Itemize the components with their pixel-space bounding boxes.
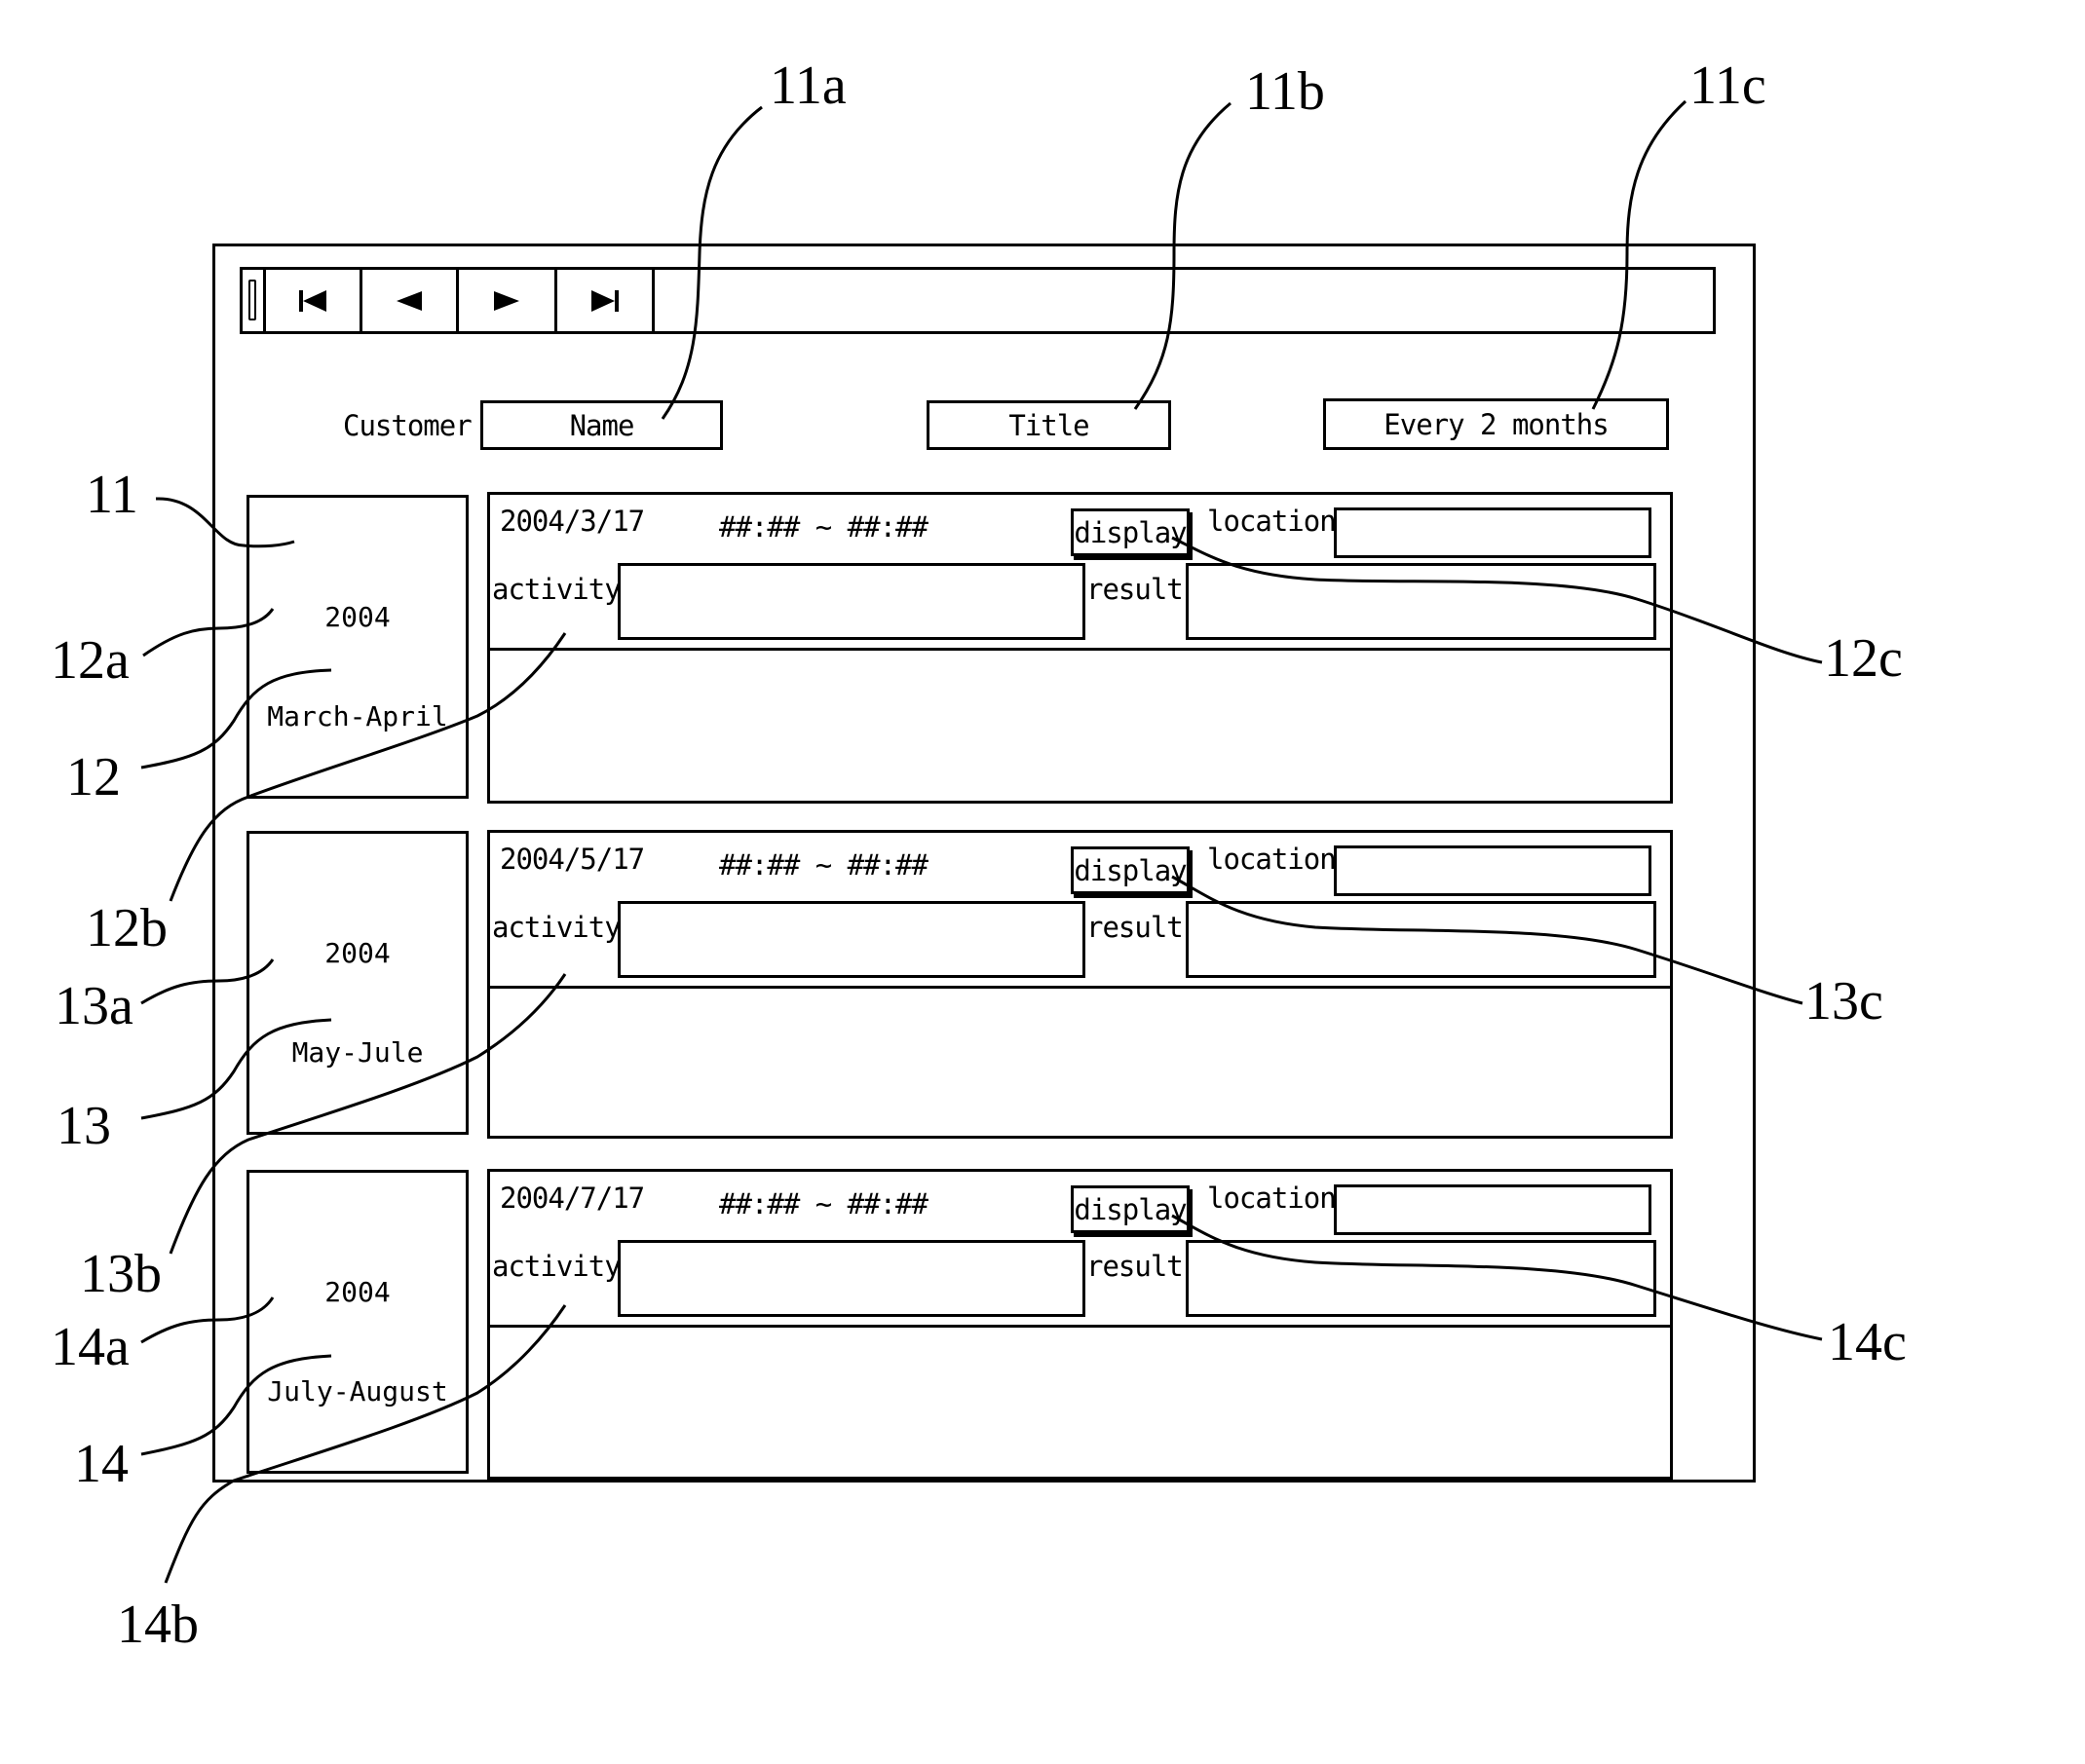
location-input[interactable] — [1334, 1184, 1651, 1235]
reference-label-11: 11 — [86, 465, 138, 525]
panel-divider — [490, 1325, 1670, 1328]
reference-label-11c: 11c — [1689, 56, 1766, 116]
period-cell[interactable]: 2004 May-Jule — [246, 831, 469, 1135]
record-date: 2004/5/17 — [500, 843, 645, 876]
activity-label: activity — [492, 573, 622, 606]
customer-title-field[interactable]: Title — [927, 400, 1171, 450]
location-label: location — [1207, 843, 1337, 876]
skip-to-first-icon — [299, 289, 326, 312]
next-record-button[interactable] — [459, 270, 557, 331]
display-button[interactable]: display — [1071, 1185, 1190, 1233]
previous-icon — [397, 290, 422, 311]
first-record-button[interactable] — [266, 270, 362, 331]
reference-label-12a: 12a — [51, 630, 130, 691]
result-label: result — [1086, 573, 1184, 606]
activity-label: activity — [492, 911, 622, 944]
time-range: ##:## ~ ##:## — [719, 848, 929, 882]
period-year: 2004 — [324, 1276, 391, 1308]
reference-label-12b: 12b — [86, 898, 168, 958]
period-months: March-April — [267, 700, 448, 732]
reference-label-11a: 11a — [770, 56, 847, 116]
time-range: ##:## ~ ##:## — [719, 1187, 929, 1220]
location-label: location — [1207, 505, 1337, 538]
customer-name-field[interactable]: Name — [480, 400, 723, 450]
record-date: 2004/7/17 — [500, 1182, 645, 1215]
grip-handle-icon — [248, 280, 256, 320]
visit-frequency-field[interactable]: Every 2 months — [1323, 398, 1669, 450]
next-icon — [494, 290, 519, 311]
period-months: July-August — [267, 1375, 448, 1407]
period-cell[interactable]: 2004 March-April — [246, 495, 469, 799]
result-input[interactable] — [1186, 901, 1656, 978]
reference-label-14b: 14b — [117, 1595, 199, 1655]
activity-record-panel: 2004/5/17 ##:## ~ ##:## display location… — [487, 830, 1673, 1139]
reference-label-14a: 14a — [51, 1317, 130, 1377]
last-record-button[interactable] — [557, 270, 655, 331]
panel-divider — [490, 648, 1670, 651]
time-range: ##:## ~ ##:## — [719, 510, 929, 544]
reference-label-13: 13 — [57, 1096, 111, 1156]
display-button[interactable]: display — [1071, 508, 1190, 556]
reference-label-14c: 14c — [1828, 1312, 1907, 1372]
reference-label-13a: 13a — [55, 976, 133, 1036]
reference-label-11b: 11b — [1245, 61, 1325, 122]
period-months: May-Jule — [291, 1036, 424, 1069]
panel-divider — [490, 986, 1670, 989]
activity-input[interactable] — [618, 1240, 1085, 1317]
reference-label-13c: 13c — [1804, 971, 1883, 1032]
result-input[interactable] — [1186, 1240, 1656, 1317]
location-input[interactable] — [1334, 845, 1651, 896]
customer-label: Customer — [343, 409, 473, 442]
activity-label: activity — [492, 1250, 622, 1283]
location-label: location — [1207, 1182, 1337, 1215]
reference-label-12: 12 — [66, 747, 121, 807]
result-label: result — [1086, 911, 1184, 944]
record-navigation-toolbar — [240, 267, 1716, 334]
period-year: 2004 — [324, 937, 391, 969]
period-cell[interactable]: 2004 July-August — [246, 1170, 469, 1474]
skip-to-last-icon — [590, 289, 619, 312]
reference-label-12c: 12c — [1824, 628, 1903, 689]
activity-input[interactable] — [618, 901, 1085, 978]
reference-label-14: 14 — [74, 1434, 129, 1494]
result-input[interactable] — [1186, 563, 1656, 640]
activity-record-panel: 2004/3/17 ##:## ~ ##:## display location… — [487, 492, 1673, 804]
result-label: result — [1086, 1250, 1184, 1283]
toolbar-grip[interactable] — [243, 270, 266, 331]
activity-input[interactable] — [618, 563, 1085, 640]
record-date: 2004/3/17 — [500, 505, 645, 538]
display-button[interactable]: display — [1071, 846, 1190, 894]
previous-record-button[interactable] — [362, 270, 459, 331]
activity-record-panel: 2004/7/17 ##:## ~ ##:## display location… — [487, 1169, 1673, 1480]
period-year: 2004 — [324, 601, 391, 633]
location-input[interactable] — [1334, 507, 1651, 558]
reference-label-13b: 13b — [80, 1244, 162, 1304]
